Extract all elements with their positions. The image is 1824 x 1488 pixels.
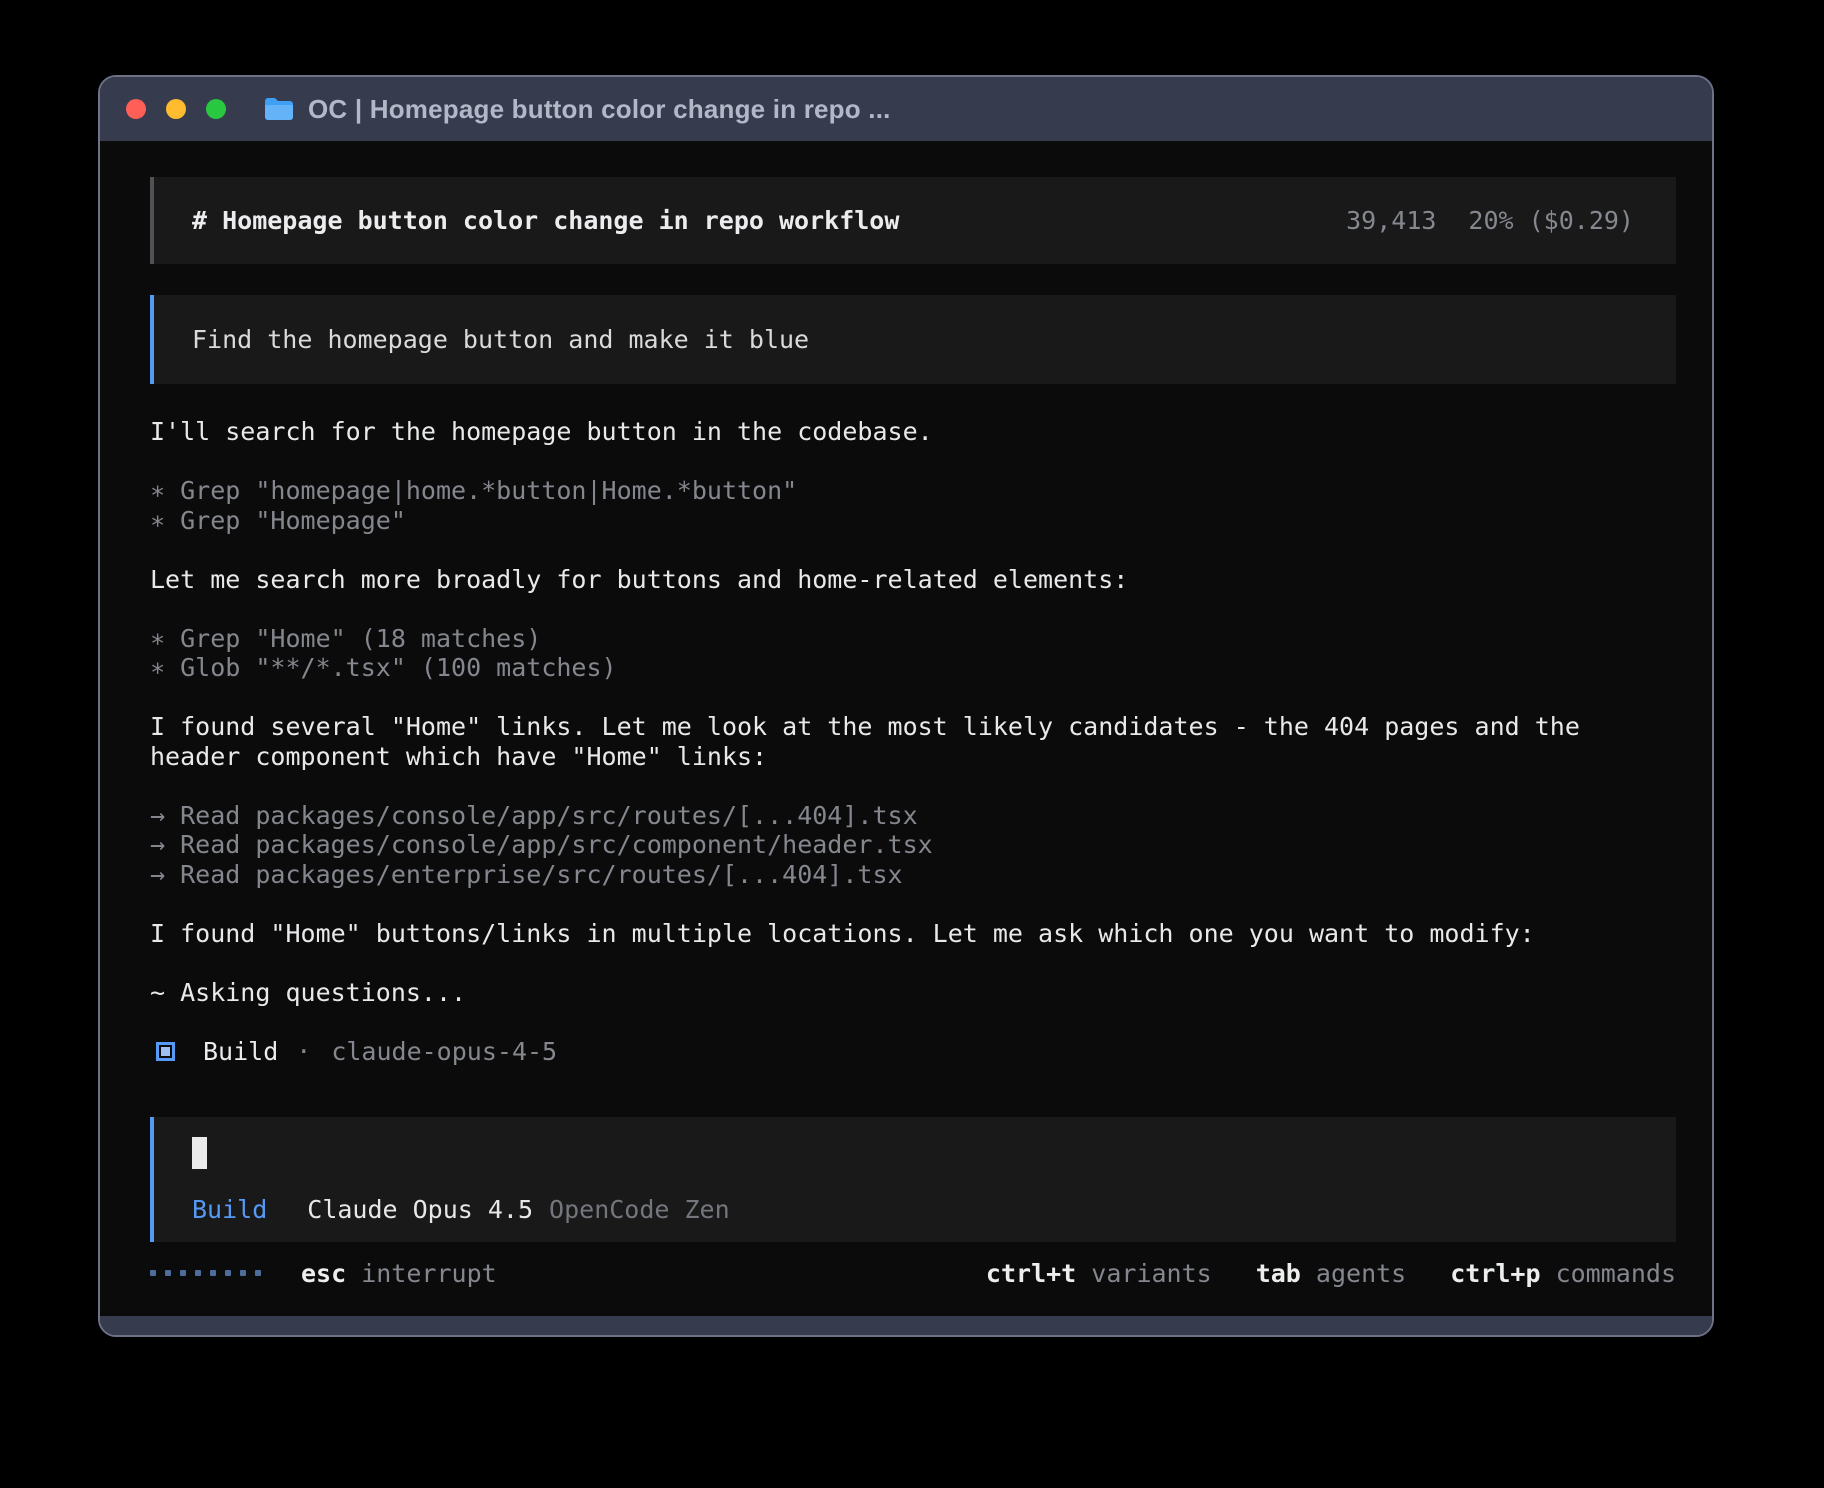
zoom-button[interactable] — [206, 99, 226, 119]
message-line: I found "Home" buttons/links in multiple… — [150, 919, 1676, 949]
session-header: # Homepage button color change in repo w… — [150, 177, 1676, 264]
window-title: OC | Homepage button color change in rep… — [308, 94, 891, 125]
input-provider-label: OpenCode Zen — [549, 1195, 730, 1224]
agent-model: claude-opus-4-5 — [331, 1037, 557, 1066]
status-right: ctrl+t variants tab agents ctrl+p comman… — [986, 1259, 1676, 1288]
message-line: ∗ Glob "**/*.tsx" (100 matches) — [150, 653, 1676, 683]
agent-name: Build — [203, 1037, 278, 1066]
input-meta: Build Claude Opus 4.5 OpenCode Zen — [192, 1195, 1638, 1224]
message-line — [150, 889, 1676, 919]
context-cost: 20% ($0.29) — [1468, 206, 1634, 235]
build-mode-icon — [156, 1042, 175, 1061]
minimize-button[interactable] — [166, 99, 186, 119]
session-title: # Homepage button color change in repo w… — [192, 206, 899, 235]
message-line — [150, 447, 1676, 477]
message-line: Let me search more broadly for buttons a… — [150, 565, 1676, 595]
hint-agents: tab agents — [1256, 1259, 1407, 1288]
message-line — [150, 948, 1676, 978]
message-line: ∗ Grep "Home" (18 matches) — [150, 624, 1676, 654]
message-line — [150, 594, 1676, 624]
input-agent-label[interactable]: Build — [192, 1195, 267, 1224]
spinner-dots — [150, 1270, 261, 1276]
prompt-input[interactable]: Build Claude Opus 4.5 OpenCode Zen — [150, 1117, 1676, 1242]
message-line: ∗ Grep "Homepage" — [150, 506, 1676, 536]
close-button[interactable] — [126, 99, 146, 119]
text-cursor — [192, 1137, 207, 1169]
message-line: ∗ Grep "homepage|home.*button|Home.*butt… — [150, 476, 1676, 506]
assistant-messages: I'll search for the homepage button in t… — [150, 417, 1676, 1007]
message-line: → Read packages/enterprise/src/routes/[.… — [150, 860, 1676, 890]
terminal-window: OC | Homepage button color change in rep… — [98, 75, 1714, 1337]
hint-commands: ctrl+p commands — [1450, 1259, 1676, 1288]
status-left: esc interrupt — [150, 1259, 497, 1288]
window-titlebar[interactable]: OC | Homepage button color change in rep… — [100, 77, 1712, 141]
traffic-lights — [126, 99, 226, 119]
message-line: I found several "Home" links. Let me loo… — [150, 712, 1676, 742]
message-line — [150, 771, 1676, 801]
agent-separator: · — [296, 1037, 311, 1066]
hint-interrupt: esc interrupt — [301, 1259, 497, 1288]
user-message-text: Find the homepage button and make it blu… — [192, 325, 809, 354]
input-model-label[interactable]: Claude Opus 4.5 — [307, 1195, 533, 1224]
session-stats: 39,413 20% ($0.29) — [1346, 206, 1634, 235]
user-message: Find the homepage button and make it blu… — [150, 295, 1676, 384]
message-line: header component which have "Home" links… — [150, 742, 1676, 772]
hint-variants: ctrl+t variants — [986, 1259, 1212, 1288]
message-line: ~ Asking questions... — [150, 978, 1676, 1008]
folder-icon — [264, 97, 294, 121]
message-line: → Read packages/console/app/src/componen… — [150, 830, 1676, 860]
message-line — [150, 535, 1676, 565]
status-bar: esc interrupt ctrl+t variants tab agents… — [150, 1258, 1676, 1288]
agent-status-row: Build · claude-opus-4-5 — [150, 1036, 1676, 1066]
message-line: I'll search for the homepage button in t… — [150, 417, 1676, 447]
message-line: → Read packages/console/app/src/routes/[… — [150, 801, 1676, 831]
token-count: 39,413 — [1346, 206, 1436, 235]
message-line — [150, 683, 1676, 713]
terminal-content: # Homepage button color change in repo w… — [100, 141, 1712, 1316]
window-bottom-bar — [100, 1316, 1712, 1337]
